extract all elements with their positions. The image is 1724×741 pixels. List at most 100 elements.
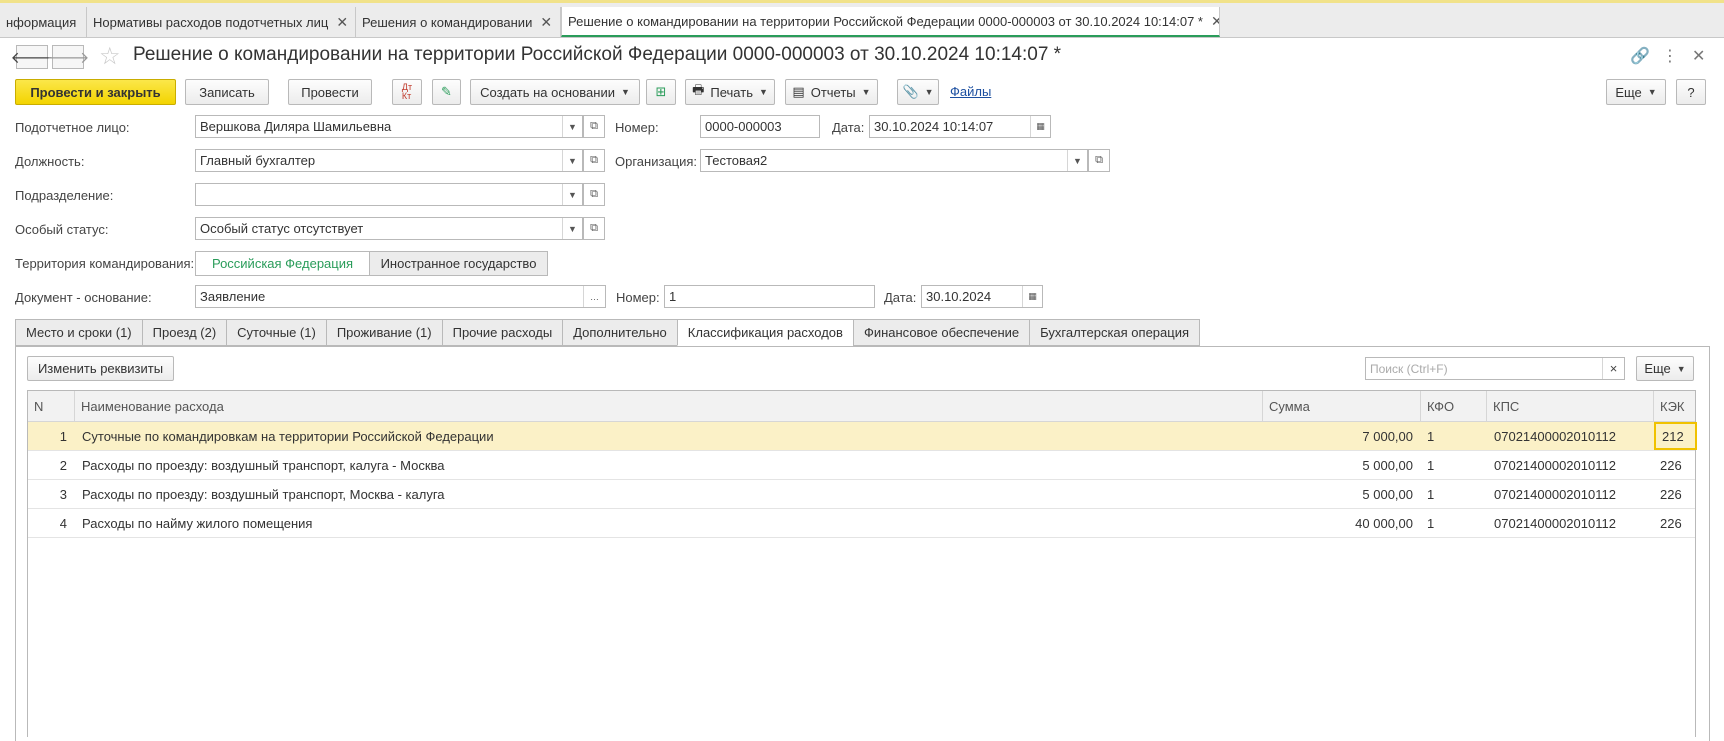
organization-field[interactable]: Тестовая2 ▼ (700, 149, 1088, 172)
dt-kt-icon: Дт Кт (401, 82, 413, 101)
tab-accounting-operation[interactable]: Бухгалтерская операция (1029, 319, 1201, 346)
cell-n: 3 (59, 486, 67, 502)
open-icon[interactable]: ⧉ (583, 183, 605, 206)
more-button[interactable]: Еще ▼ (1606, 79, 1666, 105)
window-tab-information[interactable]: нформация ✕ (0, 7, 87, 37)
chevron-down-icon: ▼ (758, 87, 768, 97)
column-header-kps[interactable]: КПС (1487, 391, 1654, 422)
tab-travel[interactable]: Проезд (2) (141, 319, 227, 346)
department-field[interactable]: ▼ (195, 183, 583, 206)
window-tab-label: Решение о командировании на территории Р… (568, 13, 1203, 29)
table-row[interactable]: 3 Расходы по проезду: воздушный транспор… (28, 480, 1695, 509)
close-icon[interactable]: ✕ (1211, 13, 1219, 30)
close-icon[interactable]: ✕ (540, 14, 552, 31)
change-requisites-button[interactable]: Изменить реквизиты (27, 356, 174, 381)
basis-number-field[interactable]: 1 (664, 285, 875, 308)
tab-accommodation[interactable]: Проживание (1) (325, 319, 442, 346)
print-button[interactable]: 🖶 Печать ▼ (685, 79, 775, 105)
calendar-icon[interactable]: ▦ (1030, 116, 1050, 137)
window-tab-decisions[interactable]: Решения о командировании ✕ (356, 7, 561, 37)
panel-more-button[interactable]: Еще ▼ (1636, 356, 1694, 381)
favorite-star-icon[interactable]: ☆ (99, 42, 121, 71)
attach-button[interactable]: 📎 ▼ (897, 79, 939, 105)
column-header-kfo[interactable]: КФО (1421, 391, 1487, 422)
tab-other-expenses[interactable]: Прочие расходы (441, 319, 563, 346)
select-ellipsis-icon[interactable]: … (583, 286, 605, 307)
table-row[interactable]: 4 Расходы по найму жилого помещения 40 0… (28, 509, 1695, 538)
basis-document-field[interactable]: Заявление … (195, 285, 606, 308)
table-row[interactable]: 2 Расходы по проезду: воздушный транспор… (28, 451, 1695, 480)
link-icon[interactable]: 🔗 (1630, 46, 1650, 66)
window-tab-norms[interactable]: Нормативы расходов подотчетных лиц ✕ (87, 7, 356, 37)
forward-button[interactable]: 🡒 (47, 45, 89, 69)
chevron-down-icon: ▼ (620, 87, 630, 97)
column-header-sum[interactable]: Сумма (1263, 391, 1421, 422)
back-button[interactable]: 🡐 (11, 45, 53, 69)
organization-value: Тестовая2 (705, 153, 768, 168)
signature-button[interactable]: ✎ (432, 79, 461, 105)
chevron-down-icon[interactable]: ▼ (562, 218, 582, 239)
cell-sum: 40 000,00 (1355, 515, 1413, 531)
arrow-right-icon: 🡒 (46, 49, 90, 67)
save-button[interactable]: Записать (185, 79, 269, 105)
tab-per-diem[interactable]: Суточные (1) (226, 319, 326, 346)
help-button[interactable]: ? (1676, 79, 1706, 105)
chevron-down-icon: ▼ (1647, 87, 1657, 97)
tab-place-and-dates[interactable]: Место и сроки (1) (15, 319, 142, 346)
dt-kt-button[interactable]: Дт Кт (392, 79, 422, 105)
calendar-icon[interactable]: ▦ (1022, 286, 1042, 307)
territory-option-russia[interactable]: Российская Федерация (195, 251, 370, 276)
report-icon: ▤ (792, 84, 805, 99)
basis-number-label: Номер: (616, 290, 660, 305)
column-header-name[interactable]: Наименование расхода (75, 391, 1263, 422)
reports-label: Отчеты (810, 84, 856, 100)
clear-icon[interactable]: × (1602, 358, 1624, 379)
files-link[interactable]: Файлы (950, 84, 991, 99)
cell-kek[interactable]: 212 (1654, 422, 1697, 450)
table-row[interactable]: 1 Суточные по командировкам на территори… (28, 422, 1697, 451)
open-icon[interactable]: ⧉ (583, 149, 605, 172)
reports-button[interactable]: ▤ Отчеты ▼ (785, 79, 878, 105)
date-field[interactable]: 30.10.2024 10:14:07 ▦ (869, 115, 1051, 138)
cell-name: Суточные по командировкам на территории … (82, 428, 494, 444)
create-based-on-button[interactable]: Создать на основании ▼ (470, 79, 640, 105)
number-field[interactable]: 0000-000003 (700, 115, 820, 138)
position-value: Главный бухгалтер (200, 153, 316, 168)
chevron-down-icon[interactable]: ▼ (562, 184, 582, 205)
post-and-close-button[interactable]: Провести и закрыть (15, 79, 176, 105)
basis-date-value: 30.10.2024 (926, 289, 992, 304)
cell-n: 4 (59, 515, 67, 531)
chevron-down-icon[interactable]: ▼ (562, 116, 582, 137)
window-tab-current-document[interactable]: Решение о командировании на территории Р… (561, 7, 1220, 37)
chevron-down-icon: ▼ (861, 87, 871, 97)
close-icon[interactable]: ✕ (336, 14, 348, 31)
window-tab-label: нформация (6, 14, 77, 30)
tab-expense-classification[interactable]: Классификация расходов (676, 319, 853, 346)
position-field[interactable]: Главный бухгалтер ▼ (195, 149, 583, 172)
structure-button[interactable]: ⊞ (646, 79, 676, 105)
search-input[interactable]: Поиск (Ctrl+F) × (1365, 357, 1625, 380)
chevron-down-icon[interactable]: ▼ (1067, 150, 1087, 171)
chevron-down-icon[interactable]: ▼ (562, 150, 582, 171)
more-menu-icon[interactable]: ⋮ (1662, 46, 1678, 66)
basis-date-field[interactable]: 30.10.2024 ▦ (921, 285, 1043, 308)
open-icon[interactable]: ⧉ (583, 115, 605, 138)
open-icon[interactable]: ⧉ (583, 217, 605, 240)
cell-kps: 07021400002010112 (1494, 515, 1616, 531)
cell-sum: 5 000,00 (1362, 486, 1413, 502)
post-button[interactable]: Провести (288, 79, 372, 105)
tab-financial-support[interactable]: Финансовое обеспечение (852, 319, 1030, 346)
cell-n: 2 (59, 457, 67, 473)
special-status-field[interactable]: Особый статус отсутствует ▼ (195, 217, 583, 240)
open-icon[interactable]: ⧉ (1088, 149, 1110, 172)
employee-field[interactable]: Вершкова Диляра Шамильевна ▼ (195, 115, 583, 138)
close-icon[interactable]: ✕ (1692, 46, 1705, 66)
window-tab-label: Нормативы расходов подотчетных лиц (93, 14, 329, 30)
column-header-n[interactable]: N (28, 391, 75, 422)
cell-name: Расходы по проезду: воздушный транспорт,… (82, 457, 445, 473)
tab-additional[interactable]: Дополнительно (562, 319, 677, 346)
territory-option-foreign[interactable]: Иностранное государство (369, 251, 548, 276)
column-header-kek[interactable]: КЭК (1654, 391, 1697, 422)
window-tab-label: Решения о командировании (362, 14, 533, 30)
expenses-table: N Наименование расхода Сумма КФО КПС КЭК… (27, 390, 1697, 737)
